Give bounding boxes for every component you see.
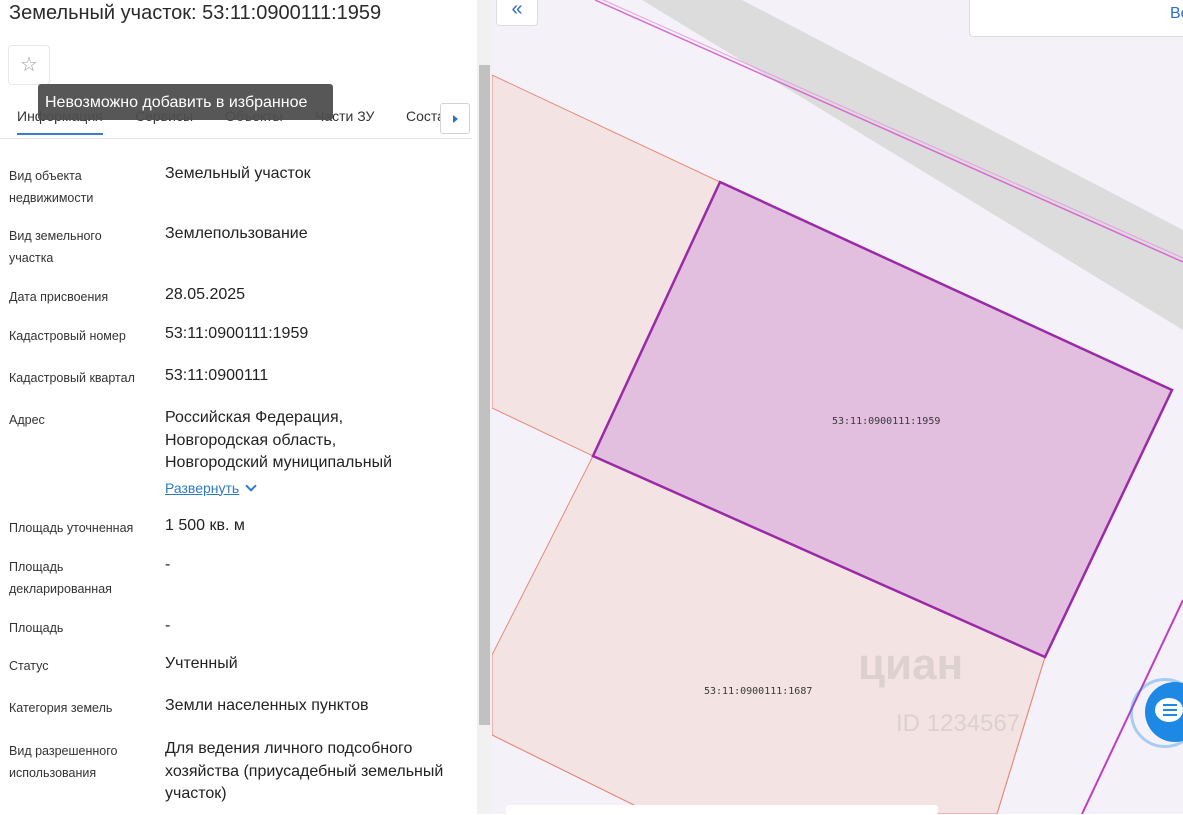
value-area-declared: -	[165, 556, 171, 573]
favorite-button[interactable]: ☆	[8, 45, 50, 85]
chat-bubble-icon	[1155, 698, 1183, 722]
value-land-category: Земли населенных пунктов	[165, 697, 369, 714]
expand-address[interactable]: Развернуть	[165, 477, 455, 501]
scrollbar-thumb[interactable]	[479, 65, 490, 725]
label-cadastral-number: Кадастровый номер	[9, 329, 126, 343]
value-assign-date: 28.05.2025	[165, 286, 246, 303]
triangle-right-icon	[453, 115, 458, 123]
info-panel: Земельный участок: 53:11:0900111:1959 ☆ …	[0, 0, 477, 814]
search-text[interactable]: Во	[1170, 5, 1183, 23]
label-area: Площадь	[9, 621, 64, 635]
collapse-panel-button[interactable]: «	[496, 0, 538, 26]
value-land-type: Землепользование	[165, 225, 308, 242]
favorite-tooltip: Невозможно добавить в избранное	[38, 84, 333, 120]
label-area-declared: Площадь декларированная	[9, 560, 112, 596]
expand-link[interactable]: Развернуть	[165, 480, 239, 496]
label-cadastral-quarter: Кадастровый квартал	[9, 371, 135, 385]
value-object-type: Земельный участок	[165, 165, 311, 182]
label-assign-date: Дата присвоения	[9, 290, 109, 304]
value-area: -	[165, 617, 171, 634]
label-status: Статус	[9, 659, 49, 673]
label-address: Адрес	[9, 413, 45, 427]
search-box[interactable]: Во	[969, 0, 1183, 37]
parcel-label-selected: 53:11:0900111:1959	[832, 416, 940, 427]
double-chevron-left-icon[interactable]: «	[511, 0, 522, 20]
address-line: Российская Федерация,	[165, 409, 344, 426]
address-line: Новгородская область,	[165, 431, 337, 449]
value-address: Российская Федерация, Новгородская облас…	[165, 407, 455, 500]
watermark: циан ID 1234567	[858, 640, 1088, 750]
value-cadastral-quarter: 53:11:0900111	[165, 367, 269, 384]
value-cadastral-number: 53:11:0900111:1959	[165, 325, 309, 342]
address-line: Новгородский муниципальный	[165, 454, 392, 471]
value-permitted-use: Для ведения личного подсобного хозяйства…	[165, 740, 444, 802]
label-object-type: Вид объекта недвижимости	[9, 169, 94, 205]
label-land-type: Вид земельного участка	[9, 229, 102, 265]
watermark-sub: ID 1234567	[896, 710, 1021, 737]
tabs-scroll-next-button[interactable]	[440, 103, 470, 134]
watermark-text: циан	[858, 640, 964, 689]
page-title: Земельный участок: 53:11:0900111:1959	[9, 2, 382, 24]
star-outline-icon: ☆	[20, 54, 38, 76]
parcel-label-neighbor: 53:11:0900111:1687	[704, 686, 812, 697]
label-area-specified: Площадь уточненная	[9, 521, 134, 535]
label-permitted-use: Вид разрешенного использования	[9, 744, 118, 780]
label-land-category: Категория земель	[9, 701, 113, 715]
chevron-down-icon[interactable]	[245, 479, 257, 492]
value-area-specified: 1 500 кв. м	[165, 517, 245, 534]
value-status: Учтенный	[165, 655, 238, 672]
